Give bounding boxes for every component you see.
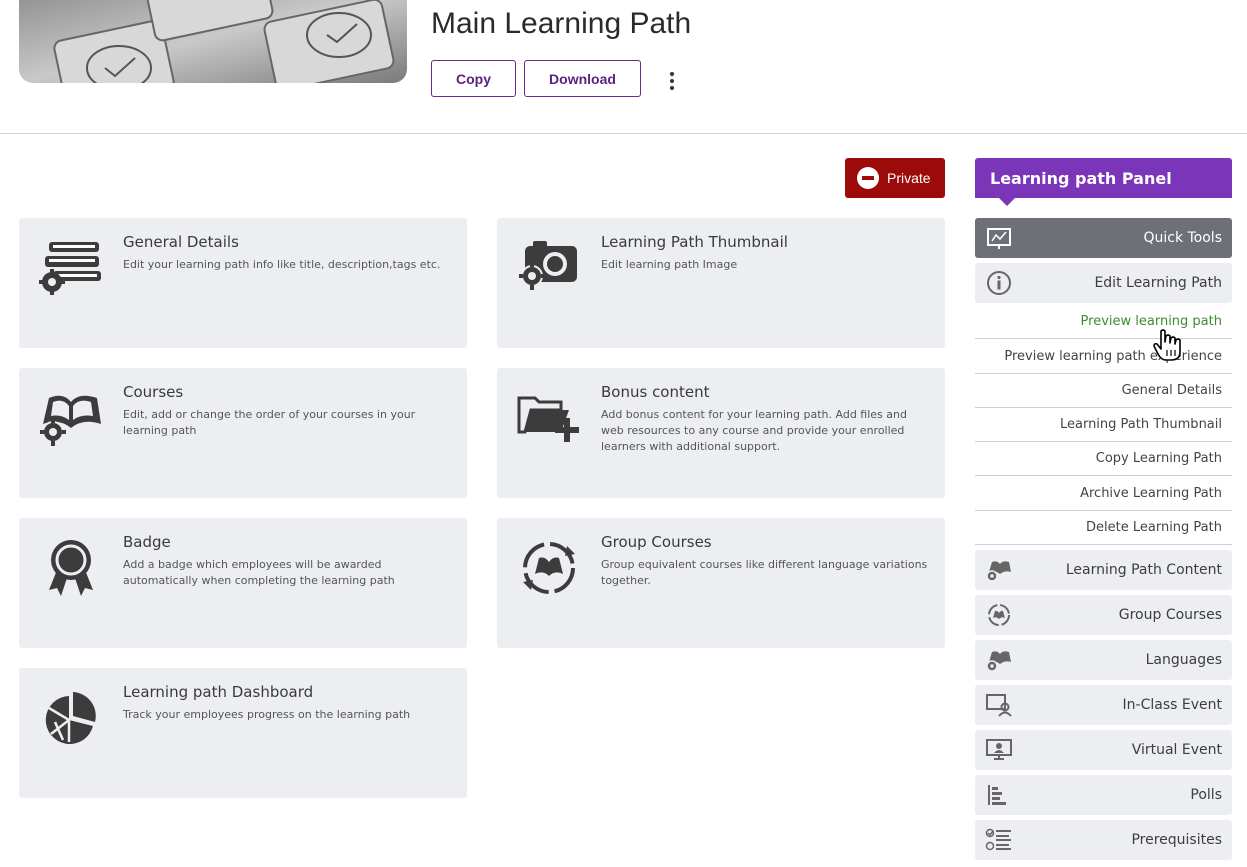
hand-cursor-icon — [1152, 328, 1184, 362]
card-description: Add a badge which employees will be awar… — [123, 558, 395, 587]
learning-path-thumbnail-link[interactable]: Learning Path Thumbnail — [975, 407, 1232, 442]
card-title: Bonus content — [601, 383, 710, 401]
book-gear-icon — [39, 388, 103, 448]
private-visibility-button[interactable]: Private — [845, 158, 945, 198]
card-description: Edit your learning path info like title,… — [123, 258, 441, 271]
card-general-details[interactable]: General Details Edit your learning path … — [19, 218, 467, 348]
polls-label: Polls — [1190, 787, 1222, 803]
bar-chart-icon — [985, 783, 1013, 807]
copy-learning-path-link[interactable]: Copy Learning Path — [975, 441, 1232, 476]
card-description: Group equivalent courses like different … — [601, 558, 928, 587]
panel-title: Learning path Panel — [975, 158, 1232, 206]
book-gear-icon — [985, 648, 1013, 672]
quick-tools-button[interactable]: Quick Tools — [975, 218, 1232, 258]
checklist-icon — [985, 828, 1013, 852]
preview-learning-path-experience-link[interactable]: Preview learning path experience — [975, 339, 1232, 374]
books-gear-icon — [39, 238, 103, 298]
virtual-event-button[interactable]: Virtual Event — [975, 730, 1232, 770]
in-class-event-button[interactable]: In-Class Event — [975, 685, 1232, 725]
card-courses[interactable]: Courses Edit, add or change the order of… — [19, 368, 467, 498]
camera-gear-icon — [517, 238, 581, 298]
delete-learning-path-link[interactable]: Delete Learning Path — [975, 510, 1232, 545]
info-icon — [985, 271, 1013, 295]
archive-learning-path-link[interactable]: Archive Learning Path — [975, 476, 1232, 511]
book-cycle-icon — [985, 603, 1013, 627]
edit-learning-path-label: Edit Learning Path — [1094, 275, 1222, 291]
card-title: Badge — [123, 533, 171, 551]
download-button[interactable]: Download — [524, 60, 641, 97]
learning-path-content-button[interactable]: Learning Path Content — [975, 550, 1232, 590]
card-bonus-content[interactable]: Bonus content Add bonus content for your… — [497, 368, 945, 498]
card-description: Add bonus content for your learning path… — [601, 408, 907, 453]
book-gear-icon — [985, 558, 1013, 582]
virtual-event-label: Virtual Event — [1131, 742, 1222, 758]
card-badge[interactable]: Badge Add a badge which employees will b… — [19, 518, 467, 648]
languages-button[interactable]: Languages — [975, 640, 1232, 680]
learning-path-thumbnail-image — [19, 0, 407, 83]
page-header: Main Learning Path Copy Download — [0, 0, 1247, 134]
group-courses-label: Group Courses — [1118, 607, 1222, 623]
card-learning-path-thumbnail[interactable]: Learning Path Thumbnail Edit learning pa… — [497, 218, 945, 348]
card-description: Track your employees progress on the lea… — [123, 708, 411, 721]
monitor-user-icon — [985, 738, 1013, 762]
card-description: Edit learning path Image — [601, 258, 738, 271]
book-cycle-icon — [517, 538, 581, 598]
prerequisites-label: Prerequisites — [1131, 832, 1222, 848]
minus-circle-icon — [857, 167, 879, 189]
page-title: Main Learning Path — [431, 7, 692, 40]
polls-button[interactable]: Polls — [975, 775, 1232, 815]
general-details-link[interactable]: General Details — [975, 373, 1232, 408]
card-learning-path-dashboard[interactable]: Learning path Dashboard Track your emplo… — [19, 668, 467, 798]
edit-learning-path-button[interactable]: Edit Learning Path — [975, 263, 1232, 303]
prerequisites-button[interactable]: Prerequisites — [975, 820, 1232, 860]
badge-ribbon-icon — [39, 538, 103, 598]
quick-tools-label: Quick Tools — [1143, 230, 1222, 246]
whiteboard-icon — [985, 226, 1013, 250]
pie-chart-icon — [39, 688, 103, 748]
card-title: Learning path Dashboard — [123, 683, 314, 701]
learning-path-content-label: Learning Path Content — [1065, 562, 1222, 578]
card-title: Group Courses — [601, 533, 712, 551]
copy-button[interactable]: Copy — [431, 60, 516, 97]
private-label: Private — [887, 170, 931, 186]
more-options-icon[interactable] — [664, 68, 680, 94]
in-class-event-label: In-Class Event — [1122, 697, 1222, 713]
folder-plus-icon — [517, 388, 581, 448]
card-title: Courses — [123, 383, 184, 401]
languages-label: Languages — [1145, 652, 1222, 668]
card-title: General Details — [123, 233, 239, 251]
card-title: Learning Path Thumbnail — [601, 233, 788, 251]
card-description: Edit, add or change the order of your co… — [123, 408, 416, 437]
preview-learning-path-link[interactable]: Preview learning path — [975, 304, 1232, 339]
card-group-courses[interactable]: Group Courses Group equivalent courses l… — [497, 518, 945, 648]
classroom-icon — [985, 693, 1013, 717]
group-courses-button[interactable]: Group Courses — [975, 595, 1232, 635]
